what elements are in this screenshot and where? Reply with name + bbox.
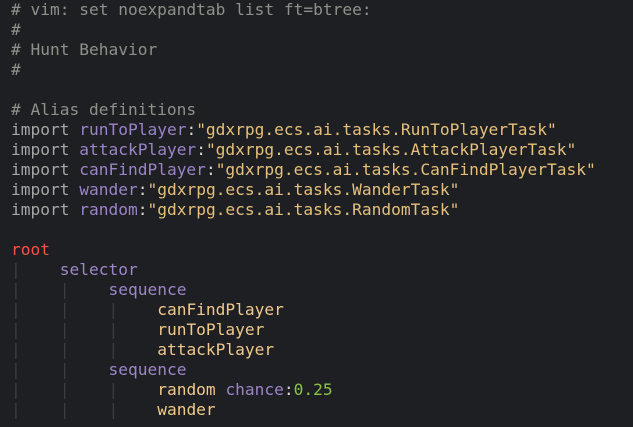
- import-line: import runToPlayer:"gdxrpg.ecs.ai.tasks.…: [11, 120, 557, 139]
- comment-text: # Alias definitions: [11, 100, 197, 119]
- indent-guide: |: [11, 380, 21, 399]
- tree-task: attackPlayer: [157, 340, 275, 359]
- task-attribute: chance: [225, 380, 284, 399]
- import-line: import wander:"gdxrpg.ecs.ai.tasks.Wande…: [11, 180, 460, 199]
- indent-guide: |: [11, 360, 21, 379]
- import-alias: random: [79, 200, 138, 219]
- import-alias: attackPlayer: [79, 140, 197, 159]
- import-keyword: import: [11, 180, 70, 199]
- comment-text: # Hunt Behavior: [11, 40, 158, 59]
- indent-guide: |: [59, 280, 70, 299]
- import-alias: canFindPlayer: [79, 160, 206, 179]
- tree-task: wander: [157, 400, 216, 419]
- code-lines: # vim: set noexpandtab list ft=btree: # …: [11, 0, 596, 420]
- tree-task-line: | | | wander: [11, 400, 596, 420]
- import-line: import canFindPlayer:"gdxrpg.ecs.ai.task…: [11, 160, 596, 179]
- tree-task-line: | | | runToPlayer: [11, 320, 596, 340]
- indent-guide: |: [108, 400, 119, 419]
- import-path: "gdxrpg.ecs.ai.tasks.RunToPlayerTask": [196, 120, 557, 139]
- import-keyword: import: [11, 120, 70, 139]
- tree-selector: selector: [59, 260, 138, 279]
- indent-guide: |: [59, 300, 70, 319]
- indent-guide: |: [11, 280, 21, 299]
- tree-selector-line: | selector: [11, 260, 596, 280]
- tree-task-line: | | | canFindPlayer: [11, 300, 596, 320]
- tree-root-line: root: [11, 240, 596, 260]
- tree-sequence: sequence: [108, 360, 187, 379]
- import-path: "gdxrpg.ecs.ai.tasks.AttackPlayerTask": [205, 140, 577, 159]
- indent-guide: |: [108, 380, 119, 399]
- indent-guide: |: [11, 320, 21, 339]
- import-keyword: import: [11, 160, 70, 179]
- comment-text: #: [11, 20, 21, 39]
- import-alias: runToPlayer: [79, 120, 187, 139]
- indent-guide: |: [59, 320, 70, 339]
- indent-guide: |: [11, 400, 21, 419]
- tree-root: root: [11, 240, 50, 259]
- comment-text: #: [11, 60, 21, 79]
- indent-guide: |: [59, 400, 70, 419]
- tree-task-line: | | | random chance:0.25: [11, 380, 333, 399]
- import-line: import random:"gdxrpg.ecs.ai.tasks.Rando…: [11, 200, 460, 219]
- indent-guide: |: [11, 260, 21, 279]
- tree-task: random: [157, 380, 216, 399]
- indent-guide: |: [108, 300, 119, 319]
- indent-guide: |: [11, 300, 21, 319]
- import-path: "gdxrpg.ecs.ai.tasks.RandomTask": [147, 200, 460, 219]
- tree-task: canFindPlayer: [157, 300, 284, 319]
- import-keyword: import: [11, 200, 70, 219]
- code-line-4: #: [11, 60, 596, 80]
- import-line: import attackPlayer:"gdxrpg.ecs.ai.tasks…: [11, 140, 577, 159]
- tree-sequence: sequence: [108, 280, 187, 299]
- tree-task: runToPlayer: [157, 320, 265, 339]
- import-keyword: import: [11, 140, 70, 159]
- indent-guide: |: [59, 380, 70, 399]
- import-path: "gdxrpg.ecs.ai.tasks.WanderTask": [147, 180, 460, 199]
- indent-guide: |: [59, 360, 70, 379]
- code-editor[interactable]: # vim: set noexpandtab list ft=btree: # …: [0, 0, 633, 427]
- code-line-1: # vim: set noexpandtab list ft=btree:: [11, 0, 596, 20]
- code-line-6: # Alias definitions: [11, 100, 596, 120]
- indent-guide: |: [59, 340, 70, 359]
- task-attribute-value: 0.25: [293, 380, 333, 399]
- import-path: "gdxrpg.ecs.ai.tasks.CanFindPlayerTask": [215, 160, 596, 179]
- modeline-comment: # vim: set noexpandtab list ft=btree:: [11, 0, 372, 19]
- indent-guide: |: [108, 320, 119, 339]
- code-line-2: #: [11, 20, 596, 40]
- tree-sequence-line: | | sequence: [11, 360, 596, 380]
- tree-sequence-line: | | sequence: [11, 280, 596, 300]
- tree-task-line: | | | attackPlayer: [11, 340, 596, 360]
- indent-guide: |: [108, 340, 119, 359]
- indent-guide: |: [11, 340, 21, 359]
- code-line-3: # Hunt Behavior: [11, 40, 596, 60]
- import-alias: wander: [79, 180, 138, 199]
